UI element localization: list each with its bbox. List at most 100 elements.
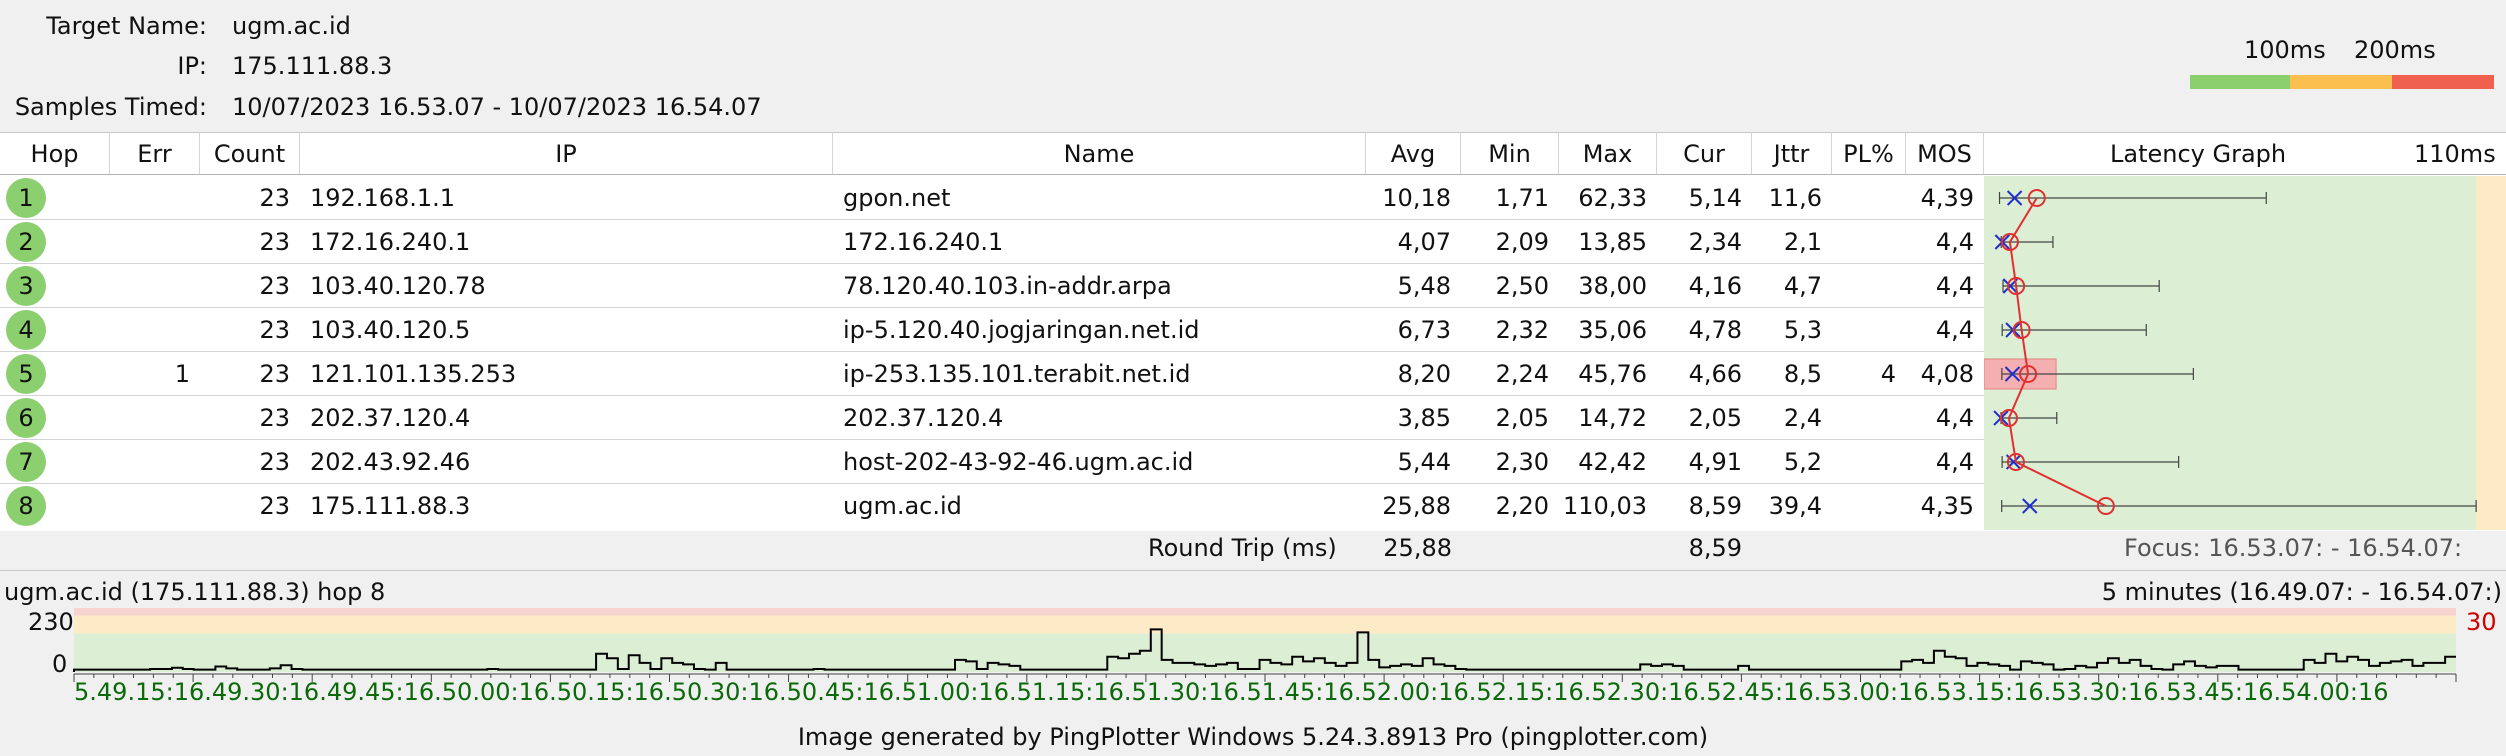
cell-jttr: 2,4 [1783, 404, 1822, 432]
cell-max: 110,03 [1563, 492, 1647, 520]
cell-min: 2,32 [1495, 316, 1549, 344]
cell-mos: 4,4 [1935, 316, 1974, 344]
col-min[interactable]: Min [1461, 133, 1559, 175]
hop-badge: 1 [6, 178, 46, 218]
cell-name: 202.37.120.4 [843, 404, 1004, 432]
latency-graph [1983, 176, 2506, 530]
col-pl[interactable]: PL% [1832, 133, 1906, 175]
cell-name: gpon.net [843, 184, 951, 212]
cell-mos: 4,39 [1920, 184, 1974, 212]
cell-cur: 4,16 [1688, 272, 1742, 300]
table-row[interactable]: 6 23 202.37.120.4 202.37.120.4 3,85 2,05 14,72… [0, 396, 1984, 440]
cell-ip: 172.16.240.1 [310, 228, 471, 256]
hop-badge: 6 [6, 398, 46, 438]
table-row[interactable]: 7 23 202.43.92.46 host-202-43-92-46.ugm.ac.… [0, 440, 1984, 484]
table-row[interactable]: 4 23 103.40.120.5 ip-5.120.40.jogjaringan.n… [0, 308, 1984, 352]
cell-err [110, 220, 200, 264]
cell-max: 14,72 [1578, 404, 1647, 432]
cell-mos: 4,4 [1935, 404, 1974, 432]
cell-min: 2,05 [1495, 404, 1549, 432]
cell-cur: 4,78 [1688, 316, 1742, 344]
ip-value: 175.111.88.3 [232, 52, 393, 80]
cell-min: 2,30 [1495, 448, 1549, 476]
cell-err [110, 308, 200, 352]
round-trip-label: Round Trip (ms) [1148, 534, 1337, 562]
cell-avg: 5,44 [1397, 448, 1451, 476]
table-row[interactable]: 1 23 192.168.1.1 gpon.net 10,18 1,71 62,33 5,14… [0, 176, 1984, 220]
col-name[interactable]: Name [833, 133, 1366, 175]
col-hop[interactable]: Hop [0, 133, 110, 175]
target-name-value: ugm.ac.id [232, 12, 351, 40]
cell-min: 2,20 [1495, 492, 1549, 520]
cell-jttr: 4,7 [1783, 272, 1822, 300]
cell-err [110, 484, 200, 528]
hop-badge: 5 [6, 354, 46, 394]
graph-zone-good [1984, 176, 2476, 530]
cell-name: 78.120.40.103.in-addr.arpa [843, 272, 1172, 300]
table-row[interactable]: 5 1 23 121.101.135.253 ip-253.135.101.terabi… [0, 352, 1984, 396]
cell-pl [1832, 264, 1906, 308]
timeline-panel[interactable]: ugm.ac.id (175.111.88.3) hop 8 5 minutes… [0, 572, 2506, 712]
cell-name: host-202-43-92-46.ugm.ac.id [843, 448, 1194, 476]
cell-err [110, 440, 200, 484]
table-row[interactable]: 8 23 175.111.88.3 ugm.ac.id 25,88 2,20 110,03 8… [0, 484, 1984, 528]
cell-mos: 4,35 [1920, 492, 1974, 520]
cell-ip: 103.40.120.5 [310, 316, 471, 344]
cell-min: 2,09 [1495, 228, 1549, 256]
timeline-axis-labels: 5.49.15:16.49.30:16.49.45:16.50.00:16.50… [74, 678, 2389, 706]
cell-count: 23 [259, 360, 290, 388]
cell-name: ip-5.120.40.jogjaringan.net.id [843, 316, 1200, 344]
col-ip[interactable]: IP [300, 133, 833, 175]
cell-avg: 10,18 [1382, 184, 1451, 212]
col-cur[interactable]: Cur [1657, 133, 1752, 175]
round-trip-avg: 25,88 [1383, 534, 1452, 562]
cell-jttr: 2,1 [1783, 228, 1822, 256]
cell-ip: 103.40.120.78 [310, 272, 486, 300]
latency-graph-svg [1983, 176, 2506, 530]
col-avg[interactable]: Avg [1366, 133, 1461, 175]
cell-ip: 121.101.135.253 [310, 360, 517, 388]
col-jttr[interactable]: Jttr [1752, 133, 1832, 175]
table-row[interactable]: 3 23 103.40.120.78 78.120.40.103.in-addr.ar… [0, 264, 1984, 308]
col-max[interactable]: Max [1559, 133, 1657, 175]
cell-avg: 4,07 [1397, 228, 1451, 256]
cell-mos: 4,4 [1935, 228, 1974, 256]
cell-avg: 8,20 [1397, 360, 1451, 388]
cell-mos: 4,4 [1935, 448, 1974, 476]
cell-pl [1832, 220, 1906, 264]
hop-badge: 4 [6, 310, 46, 350]
cell-min: 1,71 [1495, 184, 1549, 212]
cell-pl [1832, 396, 1906, 440]
footer-credit: Image generated by PingPlotter Windows 5… [0, 718, 2506, 756]
legend-200ms: 200ms [2354, 36, 2436, 64]
col-mos[interactable]: MOS [1906, 133, 1984, 175]
col-err[interactable]: Err [110, 133, 200, 175]
cell-mos: 4,4 [1935, 272, 1974, 300]
cell-name: ip-253.135.101.terabit.net.id [843, 360, 1191, 388]
target-name-row: Target Name: ugm.ac.id [0, 12, 900, 44]
focus-range: Focus: 16.53.07: - 16.54.07: [2124, 534, 2463, 562]
cell-pl [1832, 308, 1906, 352]
cell-name: 172.16.240.1 [843, 228, 1004, 256]
cell-ip: 175.111.88.3 [310, 492, 471, 520]
cell-avg: 25,88 [1382, 492, 1451, 520]
col-latency-graph[interactable]: Latency Graph 110ms [1984, 133, 2506, 175]
latency-graph-title: Latency Graph [2110, 140, 2287, 168]
cell-cur: 2,05 [1688, 404, 1742, 432]
hop-badge: 8 [6, 486, 46, 526]
col-count[interactable]: Count [200, 133, 300, 175]
timeline-zone-bad [74, 608, 2456, 616]
cell-name: ugm.ac.id [843, 492, 962, 520]
cell-avg: 3,85 [1397, 404, 1451, 432]
cell-jttr: 5,3 [1783, 316, 1822, 344]
cell-count: 23 [259, 404, 290, 432]
latency-graph-scale: 110ms [2414, 140, 2496, 168]
cell-cur: 5,14 [1688, 184, 1742, 212]
table-row[interactable]: 2 23 172.16.240.1 172.16.240.1 4,07 2,09 13,85… [0, 220, 1984, 264]
legend-100ms: 100ms [2244, 36, 2326, 64]
cell-err [110, 176, 200, 220]
cell-min: 2,50 [1495, 272, 1549, 300]
cell-jttr: 8,5 [1783, 360, 1822, 388]
cell-jttr: 11,6 [1768, 184, 1822, 212]
samples-label: Samples Timed: [14, 93, 207, 121]
